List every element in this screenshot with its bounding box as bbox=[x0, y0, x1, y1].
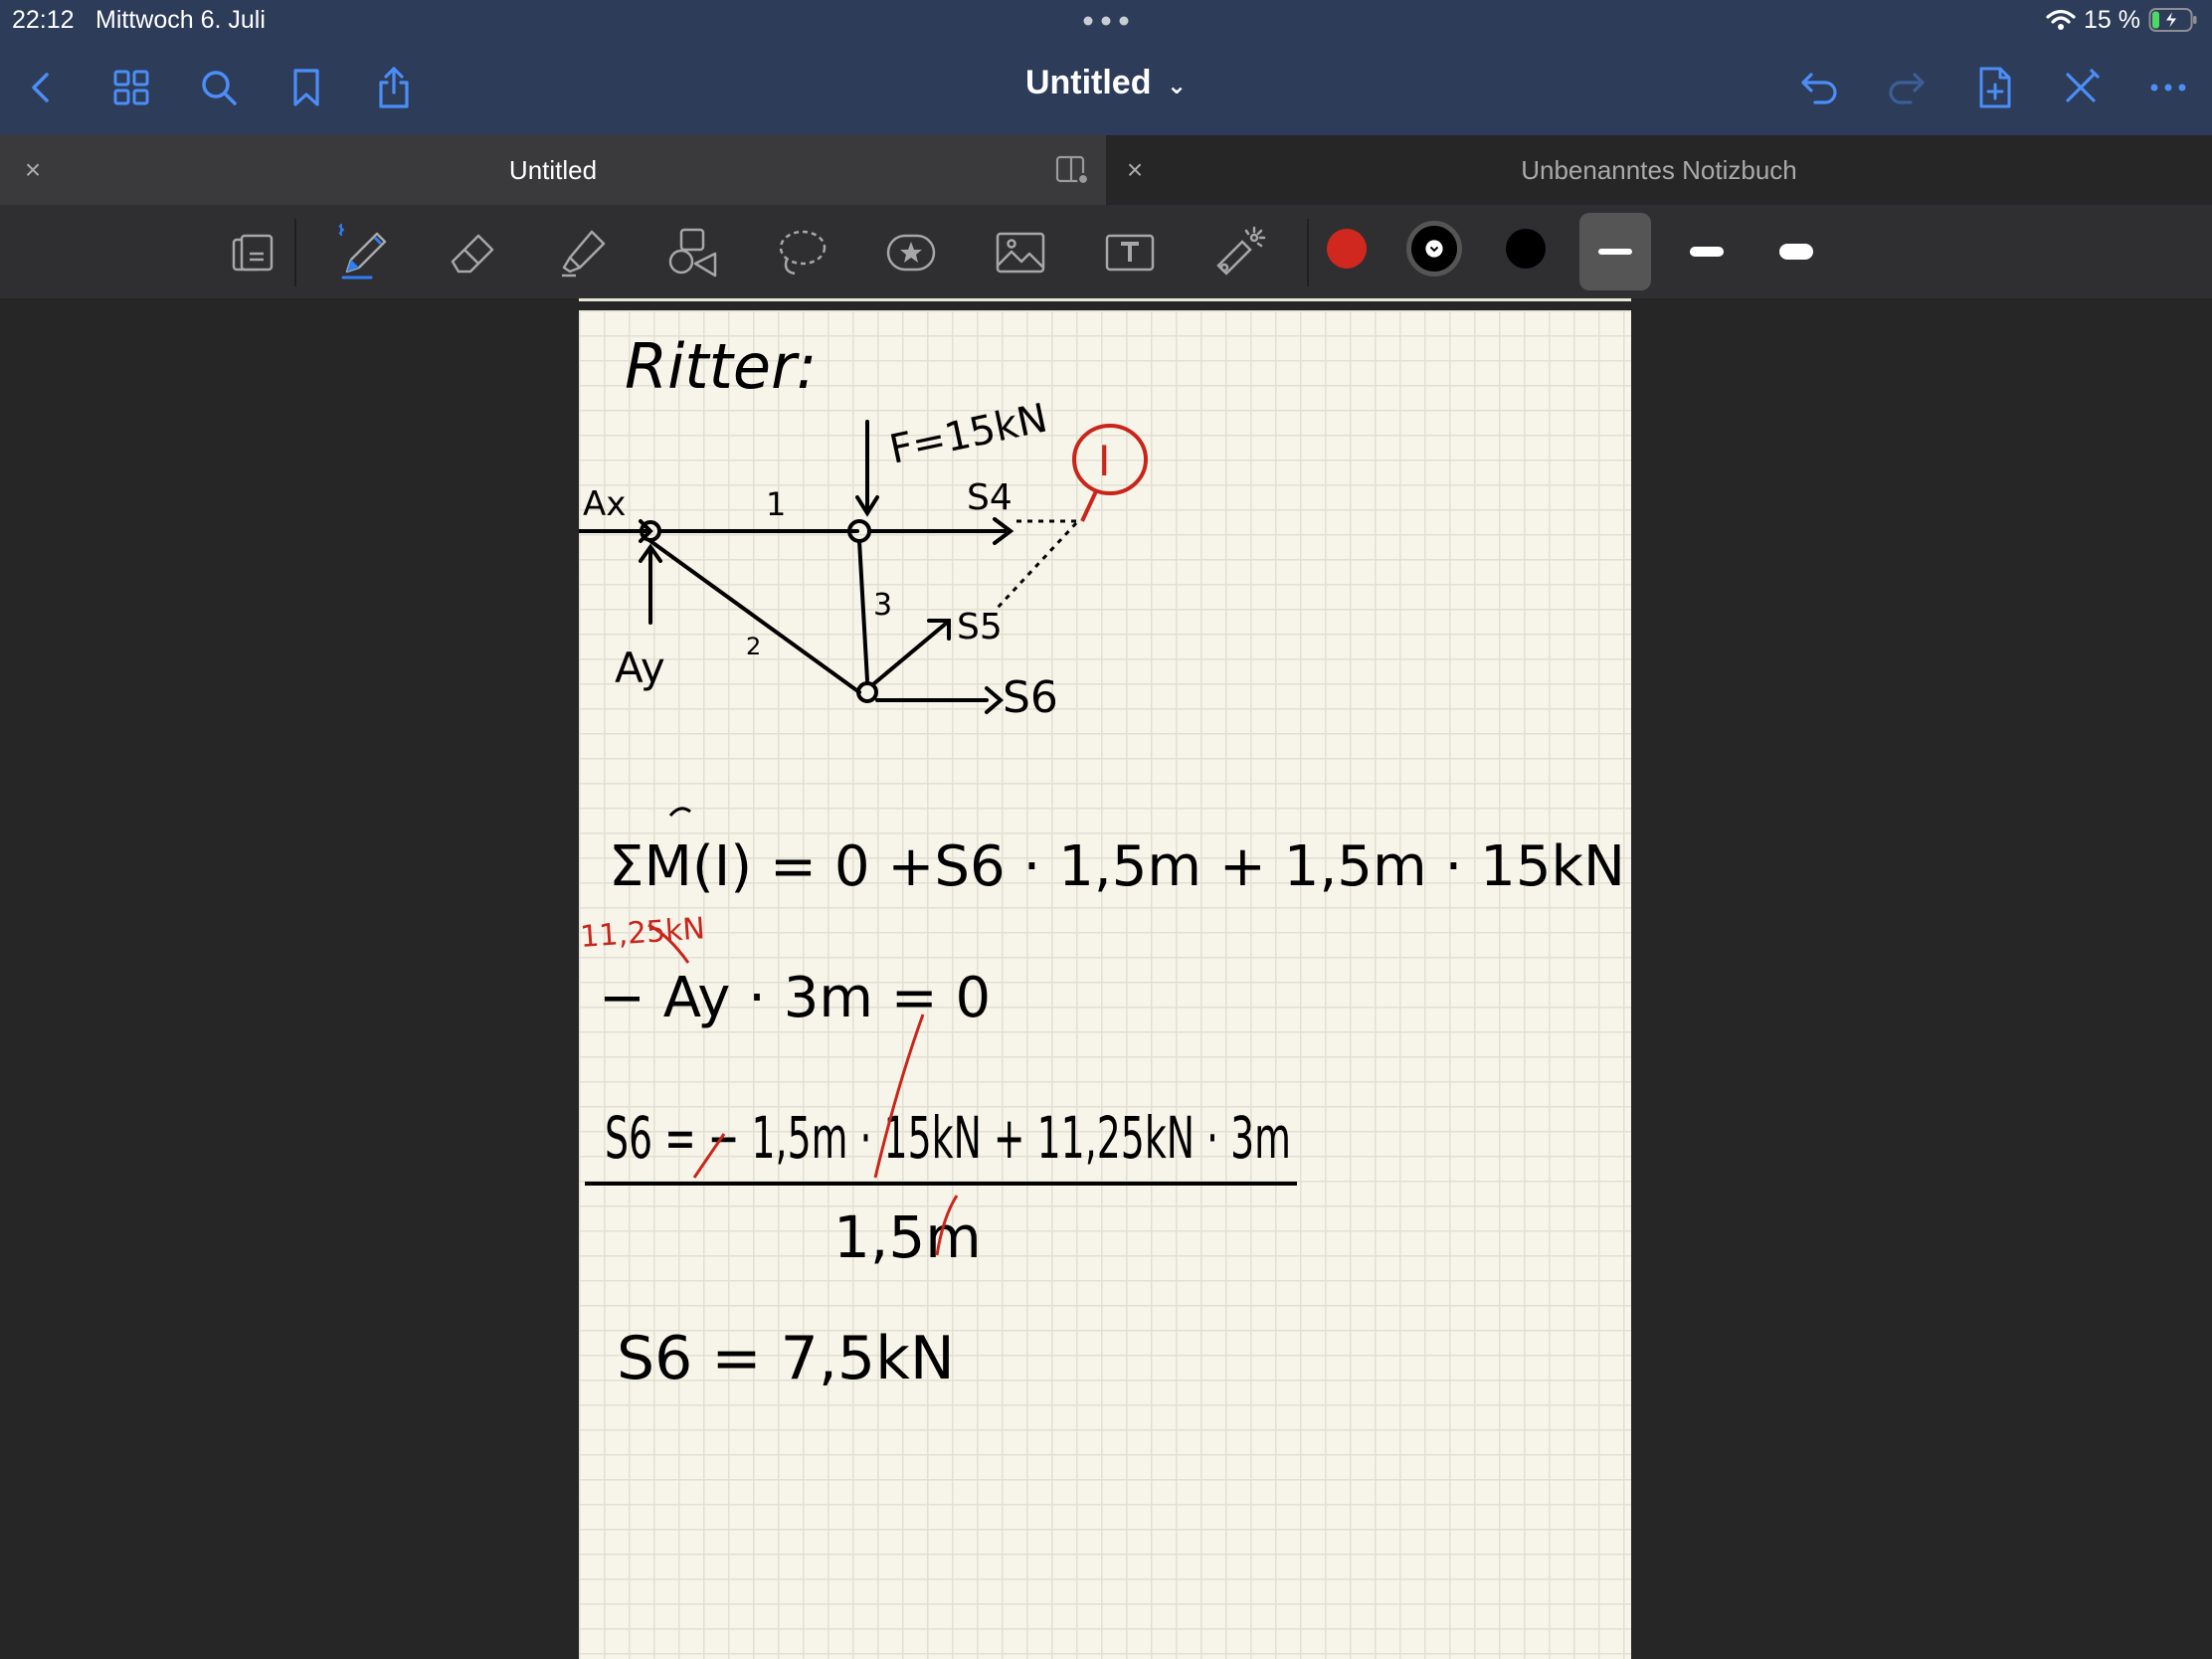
redo-icon[interactable] bbox=[1878, 60, 1934, 115]
tab-bar: × Untitled × Unbenanntes Notizbuch bbox=[0, 135, 2212, 205]
battery-charging-icon bbox=[2148, 8, 2197, 32]
status-time: 22:12 bbox=[12, 6, 75, 34]
s6-label: S6 bbox=[1003, 672, 1058, 723]
member-1-label: 1 bbox=[766, 485, 786, 523]
document-title-label[interactable]: Untitled bbox=[1025, 64, 1152, 101]
sticker-icon[interactable] bbox=[879, 221, 943, 284]
eraser-icon[interactable] bbox=[442, 221, 505, 284]
navigation-bar: Untitled ⌄ bbox=[0, 40, 2212, 135]
image-icon[interactable] bbox=[989, 221, 1052, 284]
chevron-down-icon bbox=[1425, 240, 1443, 258]
split-view-icon[interactable] bbox=[1054, 153, 1090, 187]
color-red-swatch[interactable] bbox=[1327, 229, 1367, 269]
back-icon[interactable] bbox=[14, 60, 70, 115]
more-icon[interactable] bbox=[2140, 60, 2196, 115]
tool-bar bbox=[0, 205, 2212, 298]
battery-percent: 15 % bbox=[2084, 5, 2140, 34]
shapes-icon[interactable] bbox=[660, 221, 724, 284]
canvas-area[interactable]: Ritter: F=15kN Ax Ay 1 2 3 S4 S5 S6 I ΣM… bbox=[0, 298, 2212, 1659]
page-view-icon[interactable] bbox=[221, 221, 284, 284]
color-black-swatch[interactable] bbox=[1506, 229, 1546, 269]
add-page-icon[interactable] bbox=[1967, 60, 2023, 115]
tab-label[interactable]: Unbenanntes Notizbuch bbox=[1106, 155, 2212, 186]
grid-icon[interactable] bbox=[103, 60, 159, 115]
lasso-icon[interactable] bbox=[770, 221, 833, 284]
equation-3-numerator: S6 = − 1,5m · 15kN + 11,25kN · 3m bbox=[605, 1104, 1291, 1172]
ay-label: Ay bbox=[615, 644, 665, 692]
tab-notebook[interactable]: × Unbenanntes Notizbuch bbox=[1106, 135, 2212, 205]
tab-label[interactable]: Untitled bbox=[0, 155, 1106, 186]
search-icon[interactable] bbox=[191, 60, 247, 115]
text-icon[interactable] bbox=[1098, 221, 1162, 284]
equation-1-annotation: 11,25kN bbox=[579, 911, 706, 955]
notebook-page[interactable]: Ritter: F=15kN Ax Ay 1 2 3 S4 S5 S6 I ΣM… bbox=[579, 310, 1631, 1659]
share-icon[interactable] bbox=[366, 60, 422, 115]
member-2-label: 2 bbox=[746, 633, 761, 660]
undo-icon[interactable] bbox=[1792, 60, 1848, 115]
laser-pointer-icon[interactable] bbox=[1207, 221, 1271, 284]
s5-label: S5 bbox=[957, 607, 1003, 647]
highlighter-icon[interactable] bbox=[551, 221, 615, 284]
member-3-label: 3 bbox=[873, 588, 892, 623]
pen-icon[interactable] bbox=[332, 221, 396, 284]
toolbar-divider bbox=[1307, 219, 1309, 286]
toolbar-divider bbox=[294, 219, 296, 286]
stroke-size-thick-button[interactable] bbox=[1760, 213, 1832, 290]
wifi-icon bbox=[2046, 9, 2076, 30]
equation-3-denominator: 1,5m bbox=[833, 1203, 982, 1271]
equation-1: ΣM(I) = 0 +S6 · 1,5m + 1,5m · 15kN bbox=[609, 834, 1625, 899]
handwriting-layer: Ritter: F=15kN Ax Ay 1 2 3 S4 S5 S6 I ΣM… bbox=[579, 330, 1625, 1393]
multitasking-dots-icon[interactable] bbox=[1082, 16, 1130, 26]
status-date: Mittwoch 6. Juli bbox=[95, 6, 266, 34]
stroke-size-medium-button[interactable] bbox=[1671, 213, 1743, 290]
close-pen-icon[interactable] bbox=[2053, 60, 2109, 115]
tab-untitled[interactable]: × Untitled bbox=[0, 135, 1106, 205]
stroke-size-thin-button[interactable] bbox=[1579, 213, 1651, 290]
cut-label: I bbox=[1098, 437, 1110, 485]
equation-2: − Ay · 3m = 0 bbox=[599, 966, 991, 1030]
color-black-selected-swatch[interactable] bbox=[1406, 221, 1462, 276]
note-title: Ritter: bbox=[625, 330, 817, 403]
status-right: 15 % bbox=[2046, 5, 2198, 35]
previous-page-edge bbox=[579, 298, 1631, 301]
chevron-down-icon[interactable]: ⌄ bbox=[1167, 73, 1187, 99]
bookmark-icon[interactable] bbox=[278, 60, 334, 115]
status-bar: 22:12 Mittwoch 6. Juli 15 % bbox=[0, 0, 2212, 40]
result: S6 = 7,5kN bbox=[617, 1324, 955, 1393]
force-label: F=15kN bbox=[886, 395, 1052, 472]
s4-label: S4 bbox=[967, 477, 1013, 518]
ax-label: Ax bbox=[583, 484, 626, 524]
